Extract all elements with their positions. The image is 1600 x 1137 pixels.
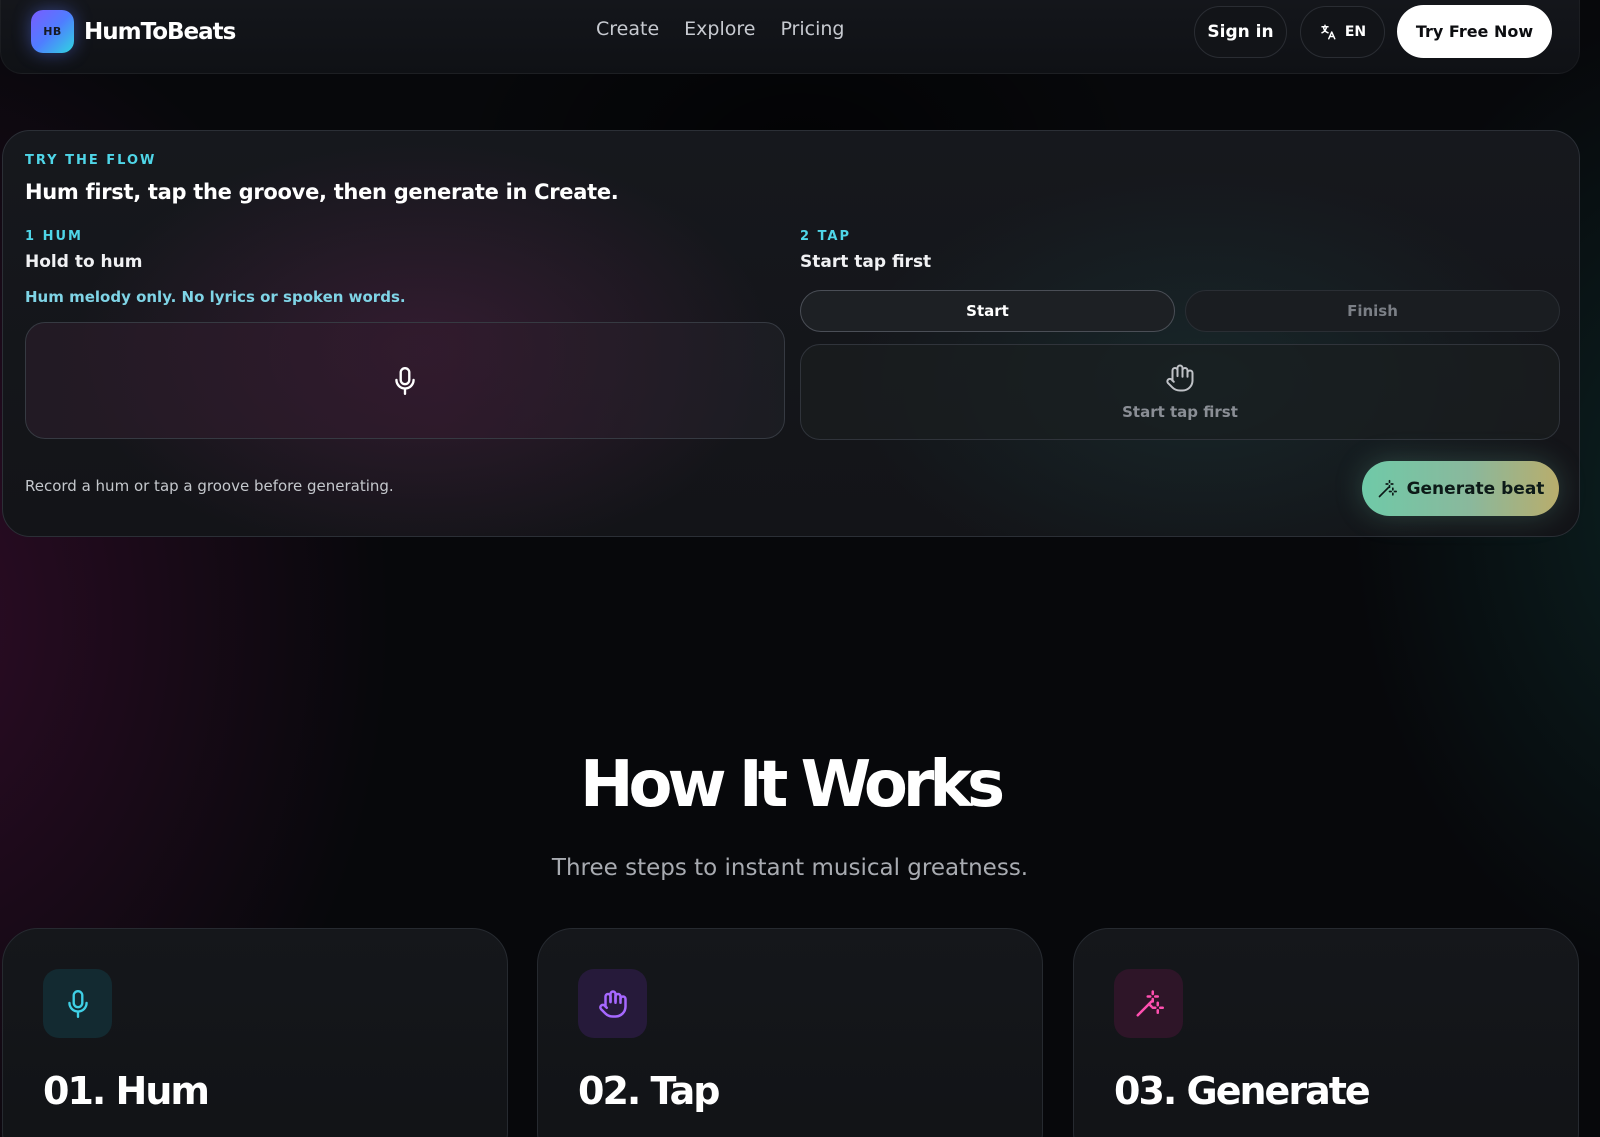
logo[interactable]: HB HumToBeats	[31, 10, 236, 53]
logo-text: HumToBeats	[84, 18, 236, 45]
hand-icon	[1166, 364, 1194, 392]
tap-finish-button[interactable]: Finish	[1185, 290, 1560, 332]
nav-link-explore[interactable]: Explore	[684, 18, 755, 40]
nav-links: Create Explore Pricing	[596, 18, 844, 40]
tap-step-title: Start tap first	[800, 252, 932, 272]
nav-link-create[interactable]: Create	[596, 18, 659, 40]
try-flow-panel: TRY THE FLOW Hum first, tap the groove, …	[2, 130, 1580, 537]
hum-step-label: 1 HUM	[25, 229, 83, 244]
tap-start-button[interactable]: Start	[800, 290, 1175, 332]
mic-icon	[395, 366, 415, 395]
hum-hint: Hum melody only. No lyrics or spoken wor…	[25, 288, 406, 306]
card-icon-box	[1114, 969, 1183, 1038]
hum-step-title: Hold to hum	[25, 252, 143, 272]
step-card-generate: 03. Generate	[1073, 928, 1579, 1137]
sign-in-button[interactable]: Sign in	[1194, 6, 1287, 58]
card-title: 02. Tap	[578, 1069, 720, 1113]
tap-step-label: 2 TAP	[800, 229, 852, 244]
magic-wand-icon	[1378, 479, 1397, 497]
generate-beat-label: Generate beat	[1406, 478, 1545, 499]
language-button[interactable]: EN	[1300, 6, 1385, 58]
tap-pad-text: Start tap first	[1122, 403, 1238, 421]
flow-note: Record a hum or tap a groove before gene…	[25, 477, 394, 495]
logo-badge: HB	[31, 10, 74, 53]
step-card-tap: 02. Tap	[537, 928, 1043, 1137]
step-card-hum: 01. Hum	[2, 928, 508, 1137]
card-title: 03. Generate	[1114, 1069, 1371, 1113]
hand-icon	[598, 989, 627, 1018]
tap-pad[interactable]: Start tap first	[800, 344, 1560, 440]
top-nav: HB HumToBeats Create Explore Pricing Sig…	[0, 0, 1580, 74]
how-it-works-title: How It Works	[579, 748, 1005, 822]
card-icon-box	[578, 969, 647, 1038]
nav-link-pricing[interactable]: Pricing	[780, 18, 844, 40]
flow-eyebrow: TRY THE FLOW	[25, 153, 157, 168]
translate-icon	[1321, 24, 1336, 40]
how-it-works-subtitle: Three steps to instant musical greatness…	[551, 855, 1029, 881]
magic-wand-icon	[1136, 989, 1164, 1016]
generate-beat-button[interactable]: Generate beat	[1362, 461, 1559, 516]
language-label: EN	[1344, 24, 1367, 40]
card-icon-box	[43, 969, 112, 1038]
mic-icon	[67, 989, 88, 1018]
card-title: 01. Hum	[43, 1069, 210, 1113]
hold-to-hum-button[interactable]	[25, 322, 785, 439]
try-free-button[interactable]: Try Free Now	[1397, 5, 1552, 58]
flow-title: Hum first, tap the groove, then generate…	[25, 180, 619, 204]
